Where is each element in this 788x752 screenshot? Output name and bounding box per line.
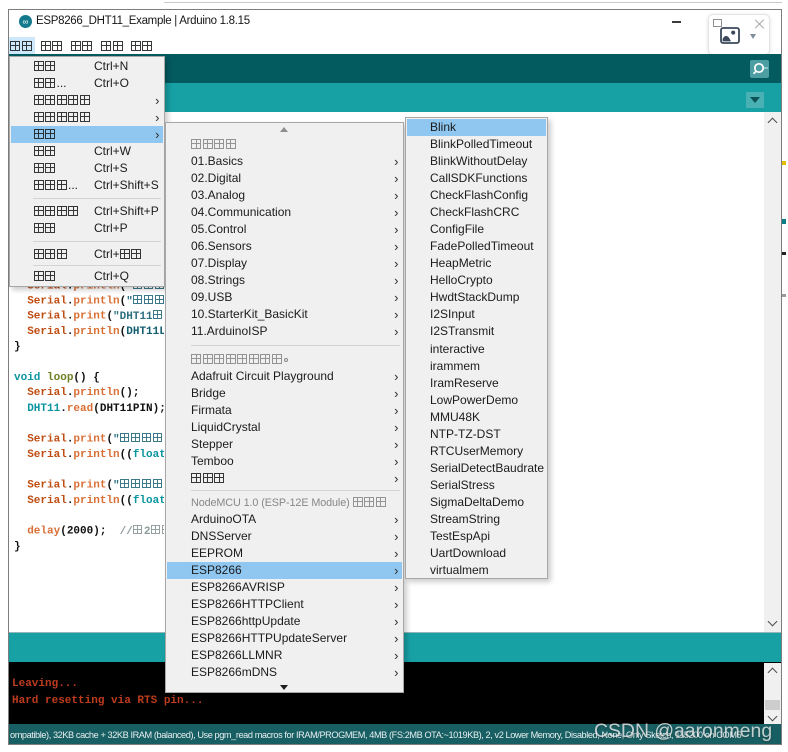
svg-text:∞: ∞ <box>23 16 29 26</box>
